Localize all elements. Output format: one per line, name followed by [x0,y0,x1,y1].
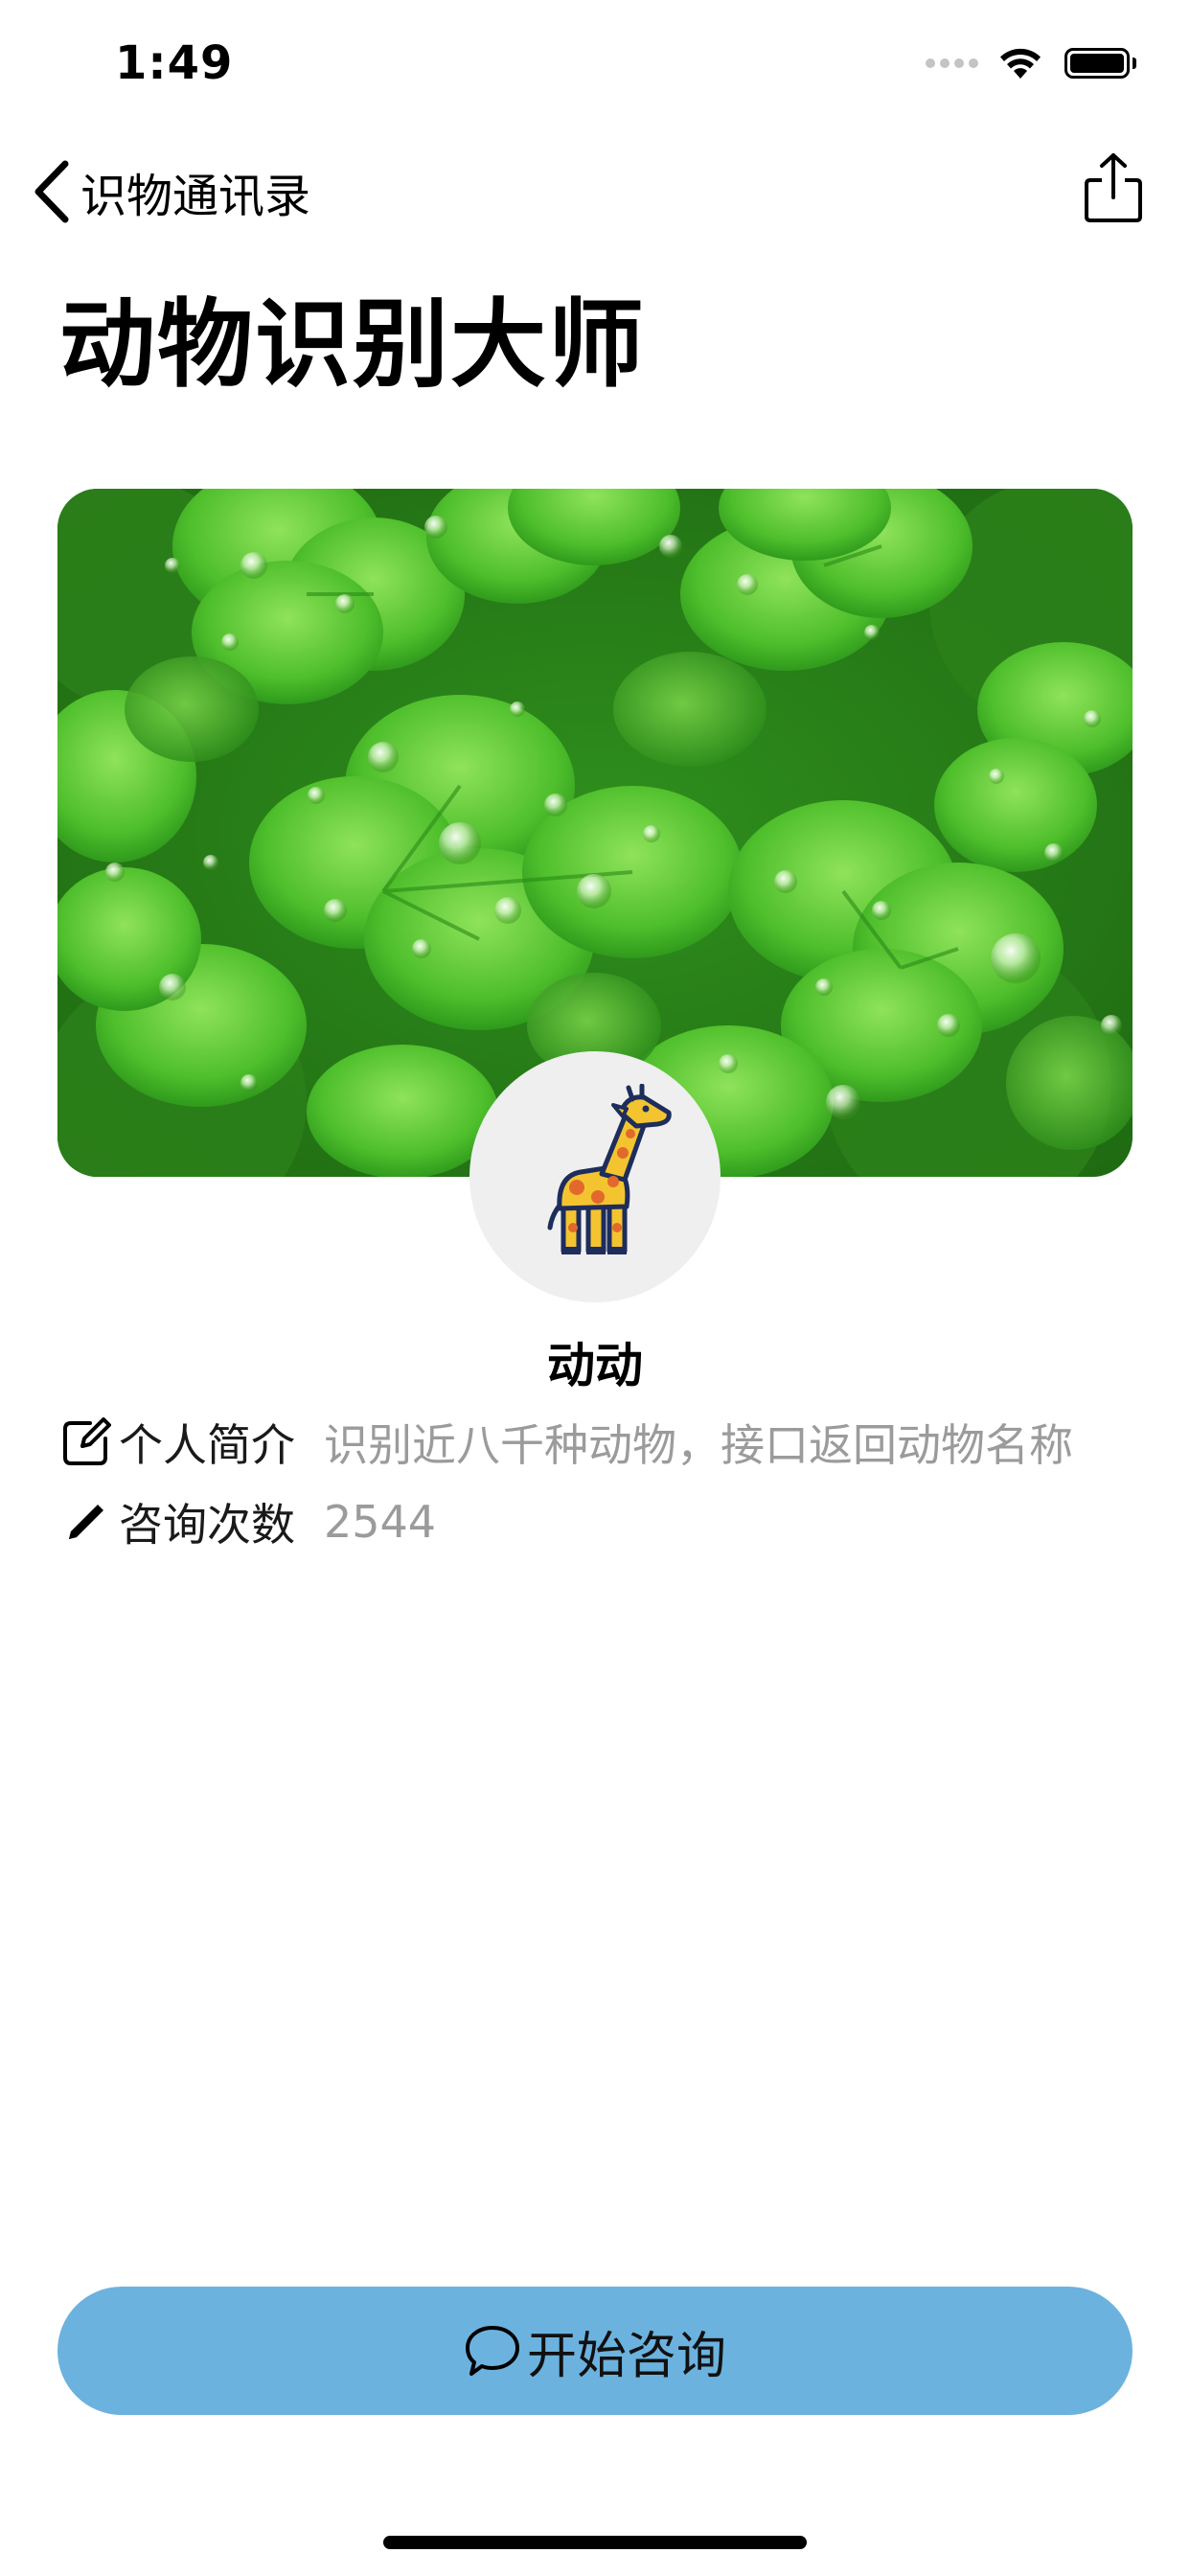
consult-count-label: 咨询次数 [119,1499,295,1551]
bio-row: 个人简介 识别近八千种动物，接口返回动物名称 [59,1409,1073,1476]
consult-count-value: 2544 [324,1496,437,1548]
bio-label: 个人简介 [119,1419,295,1471]
consult-count-row: 咨询次数 2544 [59,1488,436,1555]
home-indicator[interactable] [383,2536,807,2549]
chat-bubble-icon [464,2322,527,2380]
share-icon [1083,151,1144,228]
bot-name: 动动 [547,1338,643,1393]
back-button[interactable]: 识物通讯录 [29,153,310,230]
page-title: 动物识别大师 [59,288,646,401]
edit-square-icon [59,1415,113,1469]
wifi-icon [997,46,1043,80]
start-consult-button[interactable]: 开始咨询 [57,2287,1133,2415]
bot-avatar [469,1051,721,1302]
bio-value: 识别近八千种动物，接口返回动物名称 [324,1419,1073,1471]
status-time: 1:49 [115,36,234,90]
status-bar: 1:49 [0,0,1190,126]
start-consult-label: 开始咨询 [526,2327,726,2385]
status-icons [926,44,1136,82]
battery-icon [1064,48,1136,79]
giraffe-icon [514,1083,676,1270]
chevron-left-icon [29,158,73,225]
share-button[interactable] [1075,151,1152,228]
back-button-label: 识物通讯录 [80,170,311,223]
cellular-signal-icon [926,58,978,68]
pencil-icon [59,1495,113,1549]
